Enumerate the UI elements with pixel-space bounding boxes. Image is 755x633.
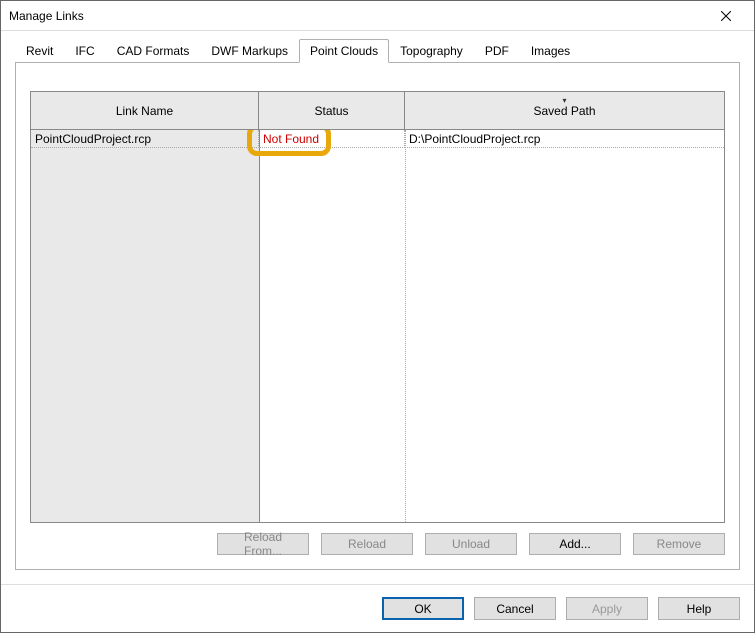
close-button[interactable] [706, 2, 746, 30]
ok-button[interactable]: OK [382, 597, 464, 620]
tab-point-clouds[interactable]: Point Clouds [299, 39, 389, 63]
cell-link-name-text: PointCloudProject.rcp [35, 132, 151, 146]
tab-pdf[interactable]: PDF [474, 39, 520, 62]
help-button[interactable]: Help [658, 597, 740, 620]
remove-button[interactable]: Remove [633, 533, 725, 555]
cell-saved-path: D:\PointCloudProject.rcp [405, 130, 724, 148]
grid-col-sep [259, 130, 260, 522]
col-header-saved-path-label: Saved Path [533, 104, 595, 118]
col-header-link-name-label: Link Name [116, 104, 173, 118]
tab-ifc[interactable]: IFC [64, 39, 105, 62]
tab-dwf-markups[interactable]: DWF Markups [200, 39, 299, 62]
cell-status-text: Not Found [263, 132, 319, 146]
cell-link-name: PointCloudProject.rcp [31, 130, 259, 148]
manage-links-dialog: Manage Links Revit IFC CAD Formats DWF M… [0, 0, 755, 633]
col-header-saved-path[interactable]: ▾ Saved Path [405, 92, 724, 129]
links-grid: Link Name Status ▾ Saved Path [30, 91, 725, 523]
cell-status: Not Found [259, 130, 405, 148]
cell-saved-path-text: D:\PointCloudProject.rcp [409, 132, 540, 146]
dialog-footer: OK Cancel Apply Help [1, 584, 754, 632]
tab-panel: Link Name Status ▾ Saved Path [15, 62, 740, 570]
table-row[interactable]: PointCloudProject.rcp Not Found D:\Point… [31, 130, 724, 148]
col-header-status-label: Status [314, 104, 348, 118]
titlebar: Manage Links [1, 1, 754, 31]
add-button[interactable]: Add... [529, 533, 621, 555]
grid-col-bg [31, 130, 259, 522]
col-header-link-name[interactable]: Link Name [31, 92, 259, 129]
grid-header: Link Name Status ▾ Saved Path [31, 92, 724, 130]
col-header-status[interactable]: Status [259, 92, 405, 129]
unload-button[interactable]: Unload [425, 533, 517, 555]
dialog-body: Revit IFC CAD Formats DWF Markups Point … [1, 31, 754, 584]
grid-col-sep [405, 130, 406, 522]
window-title: Manage Links [9, 9, 706, 23]
panel-button-row: Reload From... Reload Unload Add... Remo… [30, 533, 725, 555]
tab-revit[interactable]: Revit [15, 39, 64, 62]
tab-strip: Revit IFC CAD Formats DWF Markups Point … [15, 39, 740, 62]
close-icon [721, 11, 731, 21]
tab-cad-formats[interactable]: CAD Formats [106, 39, 201, 62]
grid-body: PointCloudProject.rcp Not Found D:\Point… [31, 130, 724, 522]
tab-images[interactable]: Images [520, 39, 581, 62]
reload-from-button[interactable]: Reload From... [217, 533, 309, 555]
sort-indicator-icon: ▾ [562, 96, 566, 105]
cancel-button[interactable]: Cancel [474, 597, 556, 620]
reload-button[interactable]: Reload [321, 533, 413, 555]
tab-topography[interactable]: Topography [389, 39, 474, 62]
apply-button[interactable]: Apply [566, 597, 648, 620]
